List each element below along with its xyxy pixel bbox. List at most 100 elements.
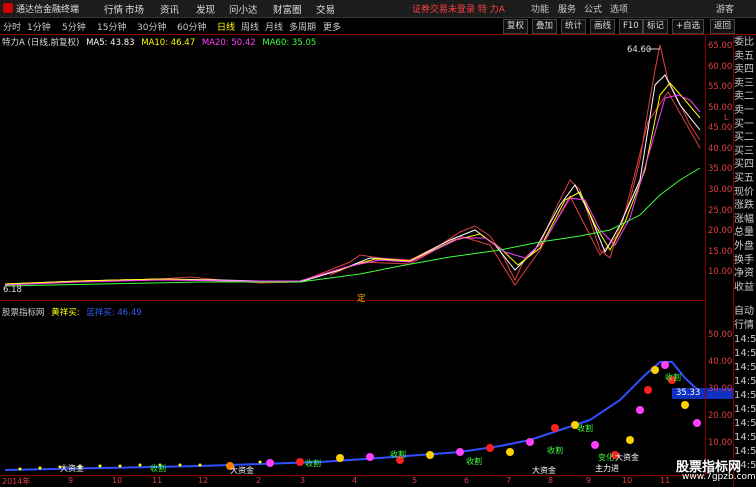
ind-y-tick: 10.00: [708, 438, 733, 448]
period-more[interactable]: 更多: [323, 20, 341, 33]
y-tick: 55.00: [708, 82, 733, 92]
x-tick: 11: [660, 476, 671, 485]
menu-quotes[interactable]: 行情: [104, 2, 123, 16]
app-title: 通达信金融终端: [16, 5, 80, 15]
side2-label: 14:50: [734, 334, 756, 345]
side-label: 现价: [734, 186, 754, 198]
yellow-buy-label: 黄祥买:: [51, 308, 80, 318]
x-tick: 3: [300, 476, 306, 485]
side-label: 买三: [734, 145, 754, 157]
menu-function[interactable]: 功能: [531, 2, 549, 15]
signal-label: 收割: [150, 464, 166, 473]
y-tick: 30.00: [708, 185, 733, 195]
watermark-url: www.7gpzb.com: [682, 472, 756, 482]
side2-label: 14:50: [734, 390, 756, 401]
ma5-label: MA5: 43.83: [86, 38, 135, 48]
signal-label: 收割: [466, 457, 482, 466]
adjust-button[interactable]: 复权: [503, 19, 529, 34]
side-label: 净资: [734, 268, 754, 280]
menu-news[interactable]: 资讯: [160, 2, 179, 16]
indicator-side-panel: 自动 行情 14:50 14:50 14:50 14:50 14:50 14:5…: [734, 305, 756, 473]
stats-button[interactable]: 统计: [561, 19, 587, 34]
ma10-label: MA10: 46.47: [141, 38, 196, 48]
side-label: 涨幅: [734, 213, 754, 225]
period-multi[interactable]: 多周期: [289, 20, 316, 33]
period-60min[interactable]: 60分钟: [177, 20, 206, 33]
price-candles: [4, 44, 701, 286]
y-tick: 65.00: [708, 41, 733, 51]
x-tick: 4: [352, 476, 358, 485]
indicator-title-line: 股票指标网 黄祥买: 蓝祥买: 46.49: [2, 306, 142, 318]
signal-label: 收割: [547, 446, 563, 455]
add-watchlist-button[interactable]: +自选: [672, 19, 705, 34]
side-label: 总量: [734, 227, 754, 239]
f10-button[interactable]: F10: [619, 19, 643, 34]
period-1min[interactable]: 1分钟: [27, 20, 51, 33]
menu-formula[interactable]: 公式: [584, 2, 602, 15]
signal-label: 大资金: [60, 464, 84, 473]
x-tick: 6: [464, 476, 470, 485]
period-15min[interactable]: 15分钟: [97, 20, 126, 33]
menu-options[interactable]: 选项: [610, 2, 628, 15]
ma20-label: MA20: 50.42: [201, 38, 256, 48]
period-5min[interactable]: 5分钟: [62, 20, 86, 33]
overlay-button[interactable]: 叠加: [532, 19, 558, 34]
signal-label: 收割: [305, 459, 321, 468]
side2-label: 14:50: [734, 432, 756, 443]
guest-user[interactable]: 游客: [716, 2, 734, 15]
signal-label: 大资金: [532, 466, 556, 475]
ind-y-tick: 40.00: [708, 357, 733, 367]
signal-label: 大资金: [230, 466, 254, 475]
period-daily[interactable]: 日线: [217, 20, 235, 33]
side-label: 换手: [734, 254, 754, 266]
side-label: 卖二: [734, 91, 754, 103]
side-label: 买四: [734, 159, 754, 171]
ma60-line: [4, 167, 701, 287]
draw-button[interactable]: 画线: [590, 19, 616, 34]
x-tick: 10: [622, 476, 633, 485]
side2-label: 14:50: [734, 348, 756, 359]
period-monthly[interactable]: 月线: [265, 20, 283, 33]
period-toolbar: 分时 1分钟 5分钟 15分钟 30分钟 60分钟 日线 周线 月线 多周期 更…: [0, 18, 756, 35]
menu-service[interactable]: 服务: [558, 2, 576, 15]
x-tick: 12: [198, 476, 209, 485]
price-candles-low: [329, 91, 701, 286]
menu-wealth[interactable]: 财富圈: [273, 2, 302, 16]
x-tick: 7: [506, 476, 512, 485]
menu-discover[interactable]: 发现: [196, 2, 215, 16]
menu-trade[interactable]: 交易: [316, 2, 335, 16]
side-mini-label: L: [724, 113, 729, 122]
side-label: 买二: [734, 132, 754, 144]
signal-label: 收割: [390, 450, 406, 459]
side-label: 卖四: [734, 64, 754, 76]
y-tick: 15.00: [708, 247, 733, 257]
x-tick: 10: [112, 476, 123, 485]
signal-label: 收割: [577, 424, 593, 433]
ma5-line: [4, 74, 701, 285]
period-tick[interactable]: 分时: [3, 20, 21, 33]
value-tag: 35.33: [676, 388, 701, 398]
y-tick: 20.00: [708, 226, 733, 236]
ind-y-tick: 50.00: [708, 330, 733, 340]
indicator-grid: [0, 334, 705, 444]
menu-ask[interactable]: 问小达: [229, 2, 258, 16]
y-tick: 60.00: [708, 62, 733, 72]
mark-button[interactable]: 标记: [643, 19, 669, 34]
x-tick: 2: [256, 476, 262, 485]
y-tick: 45.00: [708, 123, 733, 133]
y-tick: 50.00: [708, 103, 733, 113]
period-30min[interactable]: 30分钟: [137, 20, 166, 33]
chart-canvas: [0, 35, 734, 487]
y-tick: 10.00: [708, 267, 733, 277]
back-button[interactable]: 返回: [710, 19, 736, 34]
trade-login-alert[interactable]: 证券交易未登录 特 力A: [412, 2, 505, 15]
ma60-label: MA60: 35.05: [262, 38, 317, 48]
y-tick: 40.00: [708, 144, 733, 154]
menu-market[interactable]: 市场: [125, 2, 144, 16]
period-weekly[interactable]: 周线: [241, 20, 259, 33]
blue-buy-label: 蓝祥买: 46.49: [86, 308, 142, 318]
signal-label: 收割: [665, 373, 681, 382]
side2-label: 14:50: [734, 362, 756, 373]
x-tick: 9: [68, 476, 74, 485]
y-tick: 25.00: [708, 206, 733, 216]
